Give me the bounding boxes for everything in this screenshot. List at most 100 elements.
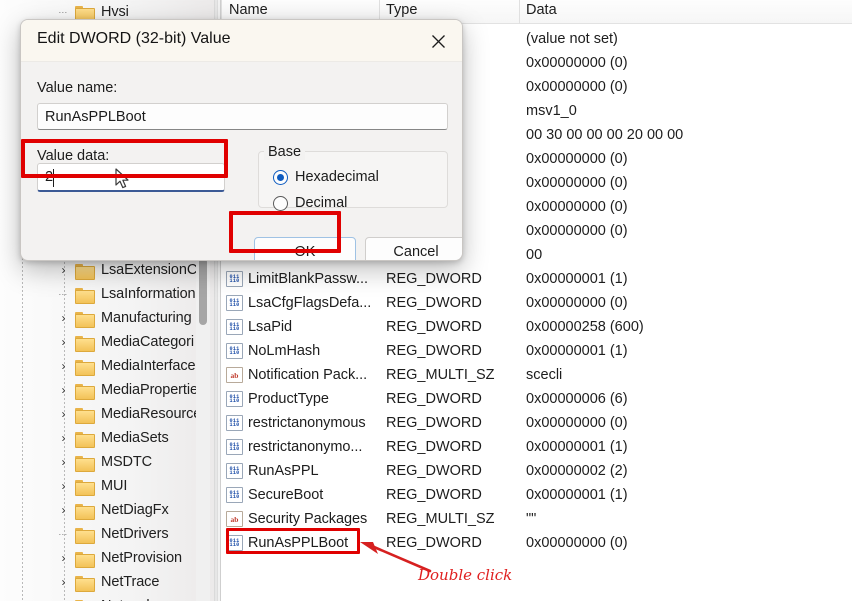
tree-item[interactable]: › MediaCategori <box>0 330 214 354</box>
tree-item[interactable]: NetDrivers <box>0 522 214 546</box>
tree-item[interactable]: › MUI <box>0 474 214 498</box>
value-name-cell[interactable]: 011 110 ProductType <box>226 391 329 407</box>
value-name-cell[interactable]: ab Notification Pack... <box>226 367 367 383</box>
tree-item-label: Manufacturing <box>101 310 192 326</box>
dword-value-icon: 011 110 <box>226 535 243 551</box>
tree-item[interactable]: › LsaExtensionCo <box>0 258 214 282</box>
table-row[interactable]: ab Notification Pack... REG_MULTI_SZ scecli <box>221 363 852 387</box>
table-row[interactable]: 011 110 RunAsPPLBoot REG_DWORD 0x00000000 (0… <box>221 531 852 555</box>
chevron-right-icon[interactable]: › <box>56 456 71 468</box>
value-data-cell: msv1_0 <box>526 103 577 119</box>
tree-item[interactable]: › Manufacturing <box>0 306 214 330</box>
chevron-right-icon[interactable]: › <box>56 576 71 588</box>
table-row[interactable]: 011 110 ProductType REG_DWORD 0x00000006 (6) <box>221 387 852 411</box>
value-data-cell: 0x00000000 (0) <box>526 79 628 95</box>
tree-item[interactable]: › MSDTC <box>0 450 214 474</box>
dialog-title-bar[interactable]: Edit DWORD (32-bit) Value <box>21 20 462 62</box>
chevron-right-icon[interactable]: › <box>56 480 71 492</box>
tree-item[interactable]: › NetDiagFx <box>0 498 214 522</box>
tree-item-label: NetDiagFx <box>101 502 169 518</box>
chevron-right-icon[interactable]: › <box>56 360 71 372</box>
value-name-cell[interactable]: 011 110 LsaPid <box>226 319 292 335</box>
tree-connector-icon[interactable] <box>56 293 71 295</box>
edit-dword-dialog: Edit DWORD (32-bit) Value Value name: Va… <box>20 19 463 261</box>
tree-item[interactable]: LsaInformation <box>0 282 214 306</box>
column-header-type[interactable]: Type <box>386 2 417 18</box>
dword-value-icon: 011 110 <box>226 271 243 287</box>
value-data-cell: 0x00000000 (0) <box>526 415 628 431</box>
table-row[interactable]: 011 110 restrictanonymo... REG_DWORD 0x00000… <box>221 435 852 459</box>
value-name-cell[interactable]: 011 110 LimitBlankPassw... <box>226 271 368 287</box>
chevron-right-icon[interactable]: › <box>56 408 71 420</box>
dword-value-icon: 011 110 <box>226 439 243 455</box>
value-type-cell: REG_DWORD <box>386 487 482 503</box>
value-type-cell: REG_DWORD <box>386 391 482 407</box>
value-name-text: restrictanonymo... <box>248 439 363 455</box>
tree-connector-icon[interactable] <box>56 533 71 535</box>
tree-item[interactable]: ›Network <box>0 594 214 601</box>
chevron-right-icon[interactable]: › <box>56 384 71 396</box>
radio-decimal-marker[interactable] <box>273 195 288 211</box>
value-name-label: Value name: <box>37 80 118 96</box>
value-type-cell: REG_DWORD <box>386 295 482 311</box>
tree-item-label: NetProvision <box>101 550 182 566</box>
radio-hexadecimal-marker[interactable] <box>273 169 288 185</box>
tree-item[interactable]: › NetProvision <box>0 546 214 570</box>
table-row[interactable]: 011 110 NoLmHash REG_DWORD 0x00000001 (1) <box>221 339 852 363</box>
table-row[interactable]: 011 110 restrictanonymous REG_DWORD 0x000000… <box>221 411 852 435</box>
annotation-double-click-text: Double click <box>418 566 513 584</box>
radio-decimal[interactable]: Decimal <box>273 195 347 211</box>
column-header-name[interactable]: Name <box>229 2 268 18</box>
value-data-cell: 0x00000000 (0) <box>526 199 628 215</box>
cancel-button[interactable]: Cancel <box>365 237 462 260</box>
value-data-cell: 0x00000001 (1) <box>526 271 628 287</box>
column-header-data[interactable]: Data <box>526 2 557 18</box>
folder-icon <box>75 431 95 448</box>
value-type-cell: REG_DWORD <box>386 535 482 551</box>
radio-hexadecimal-label: Hexadecimal <box>295 169 379 185</box>
value-data-input[interactable] <box>37 163 225 192</box>
value-type-cell: REG_DWORD <box>386 271 482 287</box>
tree-item[interactable]: › MediaInterface <box>0 354 214 378</box>
dword-value-icon: 011 110 <box>226 391 243 407</box>
close-icon[interactable] <box>418 24 458 58</box>
folder-icon <box>75 407 95 424</box>
value-name-cell[interactable]: ab Security Packages <box>226 511 367 527</box>
table-row[interactable]: 011 110 LimitBlankPassw... REG_DWORD 0x00000… <box>221 267 852 291</box>
radio-hexadecimal[interactable]: Hexadecimal <box>273 169 379 185</box>
dword-value-icon: 011 110 <box>226 415 243 431</box>
table-row[interactable]: ab Security Packages REG_MULTI_SZ "" <box>221 507 852 531</box>
value-name-cell[interactable]: 011 110 restrictanonymous <box>226 415 366 431</box>
value-name-cell[interactable]: 011 110 restrictanonymo... <box>226 439 362 455</box>
value-type-cell: REG_MULTI_SZ <box>386 367 495 383</box>
tree-item[interactable]: › MediaSets <box>0 426 214 450</box>
tree-connector-icon[interactable] <box>56 11 71 13</box>
chevron-right-icon[interactable]: › <box>56 432 71 444</box>
tree-item[interactable]: › NetTrace <box>0 570 214 594</box>
value-data-cell: "" <box>526 511 537 527</box>
tree-item[interactable]: › MediaPropertie <box>0 378 214 402</box>
chevron-right-icon[interactable]: › <box>56 504 71 516</box>
table-row[interactable]: 011 110 SecureBoot REG_DWORD 0x00000001 (1) <box>221 483 852 507</box>
chevron-right-icon[interactable]: › <box>56 336 71 348</box>
value-name-cell[interactable]: 011 110 SecureBoot <box>226 487 323 503</box>
value-name-cell[interactable]: 011 110 NoLmHash <box>226 343 320 359</box>
table-row[interactable]: 011 110 LsaPid REG_DWORD 0x00000258 (600) <box>221 315 852 339</box>
value-name-cell[interactable]: 011 110 RunAsPPL <box>226 463 319 479</box>
chevron-right-icon[interactable]: › <box>56 312 71 324</box>
tree-scrollbar-thumb[interactable] <box>199 258 207 325</box>
value-data-label: Value data: <box>37 148 110 164</box>
chevron-right-icon[interactable]: › <box>56 264 71 276</box>
table-row[interactable]: 011 110 LsaCfgFlagsDefa... REG_DWORD 0x00000… <box>221 291 852 315</box>
tree-item-label: MSDTC <box>101 454 153 470</box>
value-name-input[interactable] <box>37 103 448 130</box>
chevron-right-icon[interactable]: › <box>56 552 71 564</box>
header-sep-2[interactable] <box>519 0 520 24</box>
tree-item[interactable]: › MediaResource <box>0 402 214 426</box>
value-type-cell: REG_DWORD <box>386 439 482 455</box>
tree-item-label: NetTrace <box>101 574 160 590</box>
value-name-cell[interactable]: 011 110 RunAsPPLBoot <box>226 535 348 551</box>
value-name-cell[interactable]: 011 110 LsaCfgFlagsDefa... <box>226 295 371 311</box>
table-row[interactable]: 011 110 RunAsPPL REG_DWORD 0x00000002 (2) <box>221 459 852 483</box>
ok-button[interactable]: OK <box>254 237 356 260</box>
